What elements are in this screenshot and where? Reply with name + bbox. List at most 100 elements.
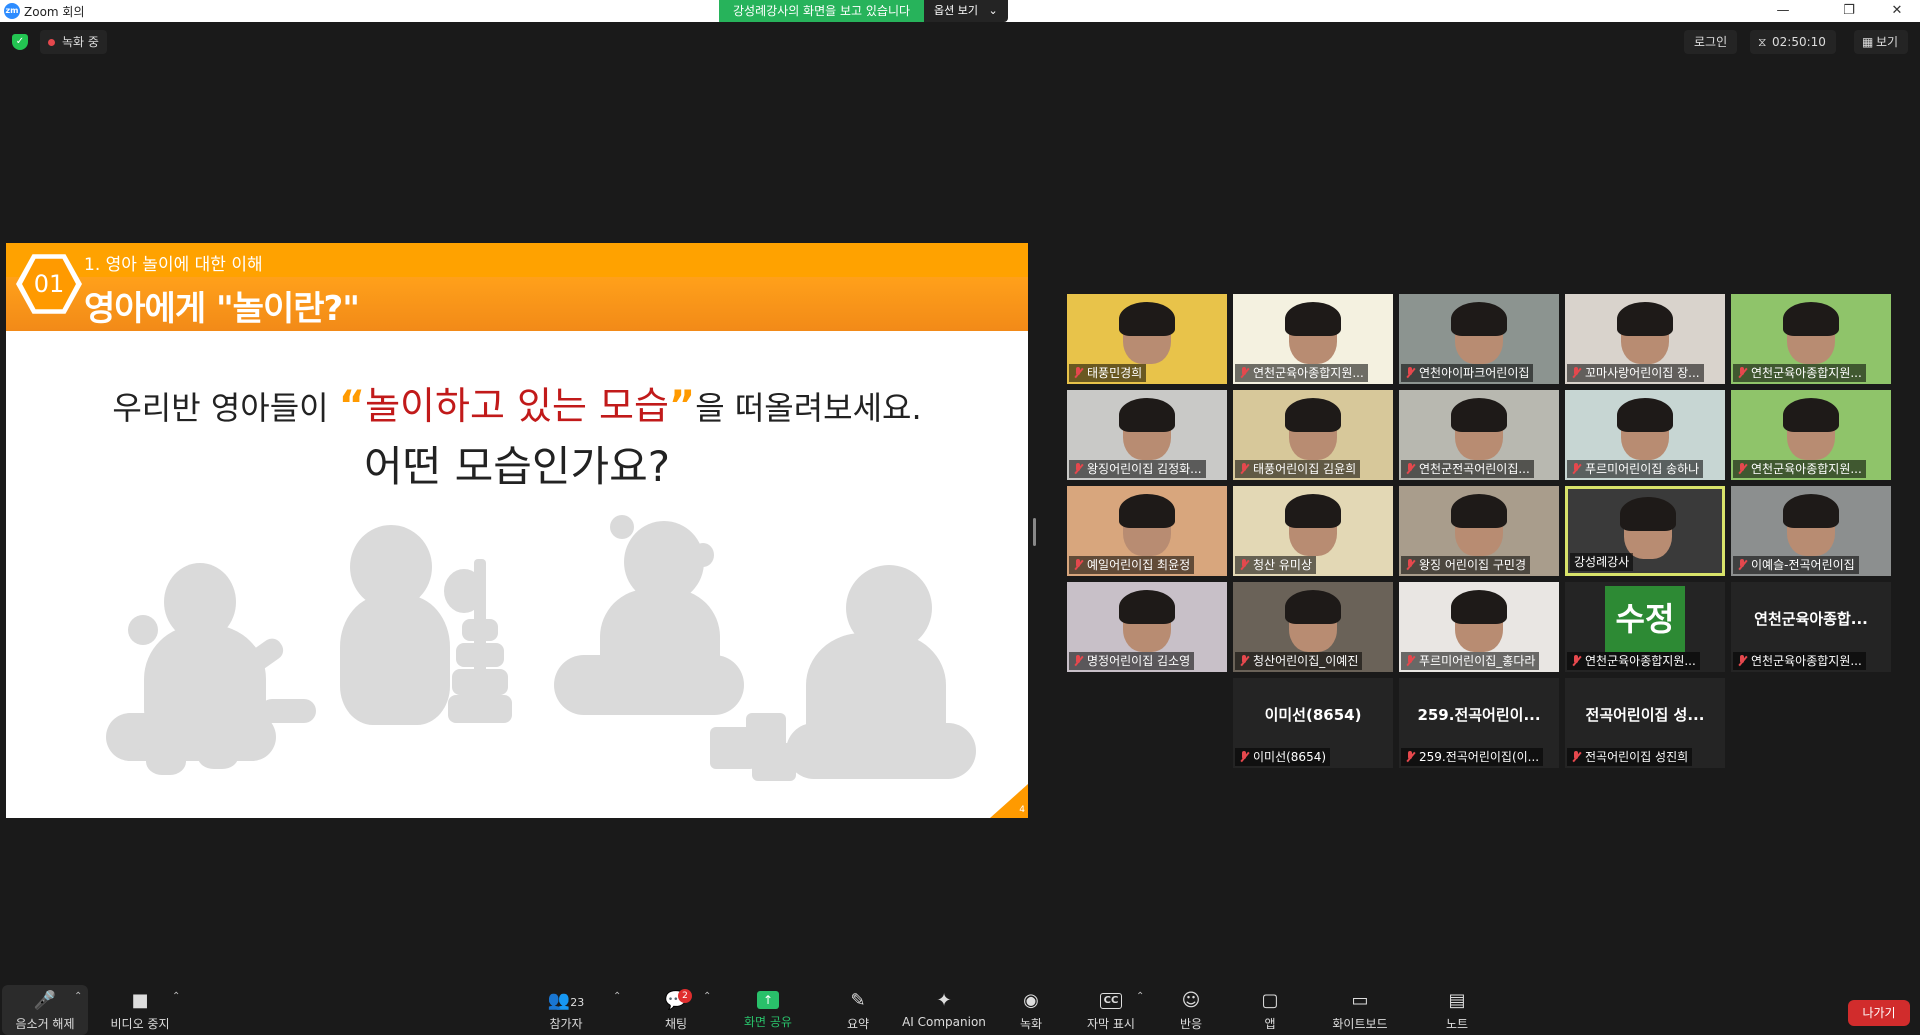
restore-button[interactable]: ❐ <box>1826 0 1872 22</box>
apps-label: 앱 <box>1264 1017 1276 1031</box>
ai-companion-button[interactable]: ✦ AI Companion <box>900 981 988 1035</box>
captions-label: 자막 표시 <box>1087 1017 1135 1031</box>
participant-name-text: 명정어린이집 김소영 <box>1087 654 1191 668</box>
participant-tile[interactable]: 강성례강사 <box>1565 486 1725 576</box>
audio-options-caret[interactable]: ⌃ <box>74 991 82 1002</box>
participant-tile[interactable]: 태풍민경희 <box>1067 294 1227 384</box>
participant-tile[interactable]: 연천군육아종합지원... <box>1731 390 1891 480</box>
participant-name: 연천군육아종합지원... <box>1567 652 1700 670</box>
leave-button[interactable]: 나가기 <box>1848 1000 1910 1026</box>
participant-tile[interactable]: 이미선(8654) 이미선(8654) <box>1233 678 1393 768</box>
participant-tile[interactable]: 259.전곡어린이... 259.전곡어린이집(이... <box>1399 678 1559 768</box>
muted-mic-icon <box>1405 751 1415 763</box>
participant-display-name: 이미선(8654) <box>1264 706 1362 724</box>
stop-video-button[interactable]: ■ 비디오 중지 <box>100 981 180 1035</box>
participant-tile[interactable]: 수정 연천군육아종합지원... <box>1565 582 1725 672</box>
summary-label: 요약 <box>846 1017 870 1031</box>
participant-name-text: 전곡어린이집 성진희 <box>1585 750 1689 764</box>
participant-name: 연천아이파크어린이집 <box>1401 364 1534 382</box>
participant-name: 꼬마사랑어린이집 장... <box>1567 364 1704 382</box>
participant-tile[interactable]: 꼬마사랑어린이집 장... <box>1565 294 1725 384</box>
reactions-button[interactable]: ☺ 반응 <box>1166 981 1216 1035</box>
participants-options-caret[interactable]: ⌃ <box>613 991 621 1002</box>
recording-dot-icon <box>48 39 55 46</box>
login-button[interactable]: 로그인 <box>1684 30 1738 54</box>
participant-tile[interactable]: 태풍어린이집 김윤희 <box>1233 390 1393 480</box>
participant-tile[interactable]: 청산 유미상 <box>1233 486 1393 576</box>
unmute-button[interactable]: 🎤 음소거 해제 <box>2 981 88 1035</box>
participant-tile[interactable]: 왕징 어린이집 구민경 <box>1399 486 1559 576</box>
participant-tile[interactable]: 푸르미어린이집_홍다라 <box>1399 582 1559 672</box>
view-button[interactable]: ▦ 보기 <box>1854 30 1909 54</box>
participant-name: 푸르미어린이집_홍다라 <box>1401 652 1540 670</box>
participant-name-text: 푸르미어린이집_홍다라 <box>1419 654 1536 668</box>
chat-options-caret[interactable]: ⌃ <box>703 991 711 1002</box>
participants-button[interactable]: 👥23 참가자 <box>536 981 596 1035</box>
share-banner: 강성례강사의 화면을 보고 있습니다 옵션 보기 ⌄ <box>719 0 1008 22</box>
captions-options-caret[interactable]: ⌃ <box>1136 991 1144 1002</box>
muted-mic-icon <box>1073 655 1083 667</box>
muted-mic-icon <box>1405 655 1415 667</box>
participant-name: 이예슬-전곡어린이집 <box>1733 556 1859 574</box>
view-options-button[interactable]: 옵션 보기 ⌄ <box>924 0 1008 22</box>
participant-tile[interactable]: 연천군육아종합... 연천군육아종합지원... <box>1731 582 1891 672</box>
muted-mic-icon <box>1073 559 1083 571</box>
chat-unread-badge: 2 <box>678 989 692 1003</box>
notes-button[interactable]: ▤ 노트 <box>1432 981 1482 1035</box>
participant-tile[interactable]: 연천군육아종합지원... <box>1731 294 1891 384</box>
record-button[interactable]: ◉ 녹화 <box>1004 981 1058 1035</box>
whiteboard-icon: ▭ <box>1351 990 1369 1011</box>
participant-person-shape <box>1783 398 1839 432</box>
split-resize-handle[interactable] <box>1033 518 1036 546</box>
participant-tile[interactable]: 전곡어린이집 성... 전곡어린이집 성진희 <box>1565 678 1725 768</box>
participant-person-shape <box>1451 494 1507 528</box>
meeting-toolbar: 🎤 음소거 해제 ⌃ ■ 비디오 중지 ⌃ 👥23 참가자 ⌃ 💬 채팅 ⌃ ↑… <box>0 981 1920 1035</box>
participant-tile[interactable]: 푸르미어린이집 송하나 <box>1565 390 1725 480</box>
muted-mic-icon <box>1571 751 1581 763</box>
participant-name-text: 청산 유미상 <box>1253 558 1313 572</box>
participant-person-shape <box>1620 497 1676 531</box>
participant-tile[interactable]: 왕징어린이집 김정화... <box>1067 390 1227 480</box>
participant-tile[interactable]: 청산어린이집_이예진 <box>1233 582 1393 672</box>
participant-name-text: 왕징 어린이집 구민경 <box>1419 558 1526 572</box>
share-screen-button[interactable]: ↑ 화면 공유 <box>734 981 802 1035</box>
chat-label: 채팅 <box>664 1017 688 1031</box>
participant-name: 연천군육아종합지원... <box>1733 460 1866 478</box>
participant-display-name: 연천군육아종합... <box>1754 610 1868 628</box>
participant-person-shape <box>1783 302 1839 336</box>
participant-tile[interactable]: 연천군전곡어린이집... <box>1399 390 1559 480</box>
muted-mic-icon <box>1239 751 1249 763</box>
participant-name: 연천군육아종합지원... <box>1733 364 1866 382</box>
chat-button[interactable]: 💬 채팅 <box>648 981 704 1035</box>
muted-mic-icon <box>1073 367 1083 379</box>
security-shield-icon[interactable]: ✓ <box>12 34 28 50</box>
participant-tile[interactable]: 예일어린이집 최윤정 <box>1067 486 1227 576</box>
participant-person-shape <box>1119 398 1175 432</box>
summary-button[interactable]: ✎ 요약 <box>832 981 884 1035</box>
participant-tile[interactable]: 이예슬-전곡어린이집 <box>1731 486 1891 576</box>
muted-mic-icon <box>1737 463 1747 475</box>
record-icon: ◉ <box>1023 990 1039 1011</box>
closed-captions-icon: CC <box>1100 993 1122 1009</box>
view-label: 보기 <box>1876 35 1899 49</box>
ai-sparkle-icon: ✦ <box>936 990 952 1011</box>
participant-avatar-badge: 수정 <box>1605 586 1685 652</box>
recording-indicator[interactable]: 녹화 중 <box>40 30 107 54</box>
muted-mic-icon <box>1737 367 1747 379</box>
video-options-caret[interactable]: ⌃ <box>172 991 180 1002</box>
minimize-button[interactable]: — <box>1760 0 1806 22</box>
notes-label: 노트 <box>1445 1017 1469 1031</box>
close-button[interactable]: ✕ <box>1874 0 1920 22</box>
whiteboard-button[interactable]: ▭ 화이트보드 <box>1320 981 1400 1035</box>
participant-name-text: 강성례강사 <box>1574 555 1630 569</box>
participant-tile[interactable]: 연천군육아종합지원... <box>1233 294 1393 384</box>
participant-person-shape <box>1285 302 1341 336</box>
muted-mic-icon <box>1239 559 1249 571</box>
participant-name: 연천군육아종합지원... <box>1235 364 1368 382</box>
clock-icon: ⧖ <box>1758 35 1767 49</box>
captions-button[interactable]: CC 자막 표시 <box>1078 981 1144 1035</box>
apps-button[interactable]: ▢ 앱 <box>1246 981 1294 1035</box>
participant-tile[interactable]: 명정어린이집 김소영 <box>1067 582 1227 672</box>
participant-name-text: 259.전곡어린이집(이... <box>1419 750 1540 764</box>
participant-tile[interactable]: 연천아이파크어린이집 <box>1399 294 1559 384</box>
